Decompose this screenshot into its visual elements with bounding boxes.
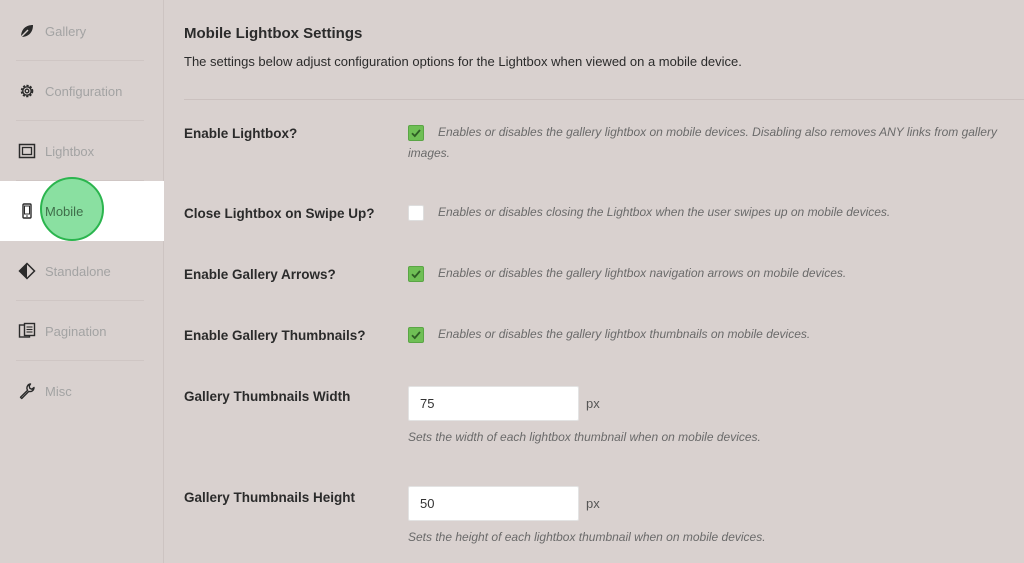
- thumb-width-input[interactable]: [408, 386, 579, 421]
- page-subtitle: The settings below adjust configuration …: [184, 54, 742, 69]
- sidebar-item-label: Lightbox: [45, 143, 95, 159]
- sidebar-item-gallery[interactable]: Gallery: [0, 1, 164, 61]
- standalone-icon: [18, 262, 36, 280]
- checkmark-icon: [411, 270, 421, 279]
- lightbox-icon: [18, 142, 36, 160]
- thumb-height-label: Gallery Thumbnails Height: [184, 490, 356, 505]
- checkmark-icon: [411, 331, 421, 340]
- sidebar-item-pagination[interactable]: Pagination: [0, 301, 164, 361]
- gallery-thumbnails-description: Enables or disables the gallery lightbox…: [438, 327, 811, 341]
- sidebar-item-label: Gallery: [45, 23, 87, 39]
- sidebar-item-misc[interactable]: Misc: [0, 361, 164, 421]
- gear-icon: [18, 82, 36, 100]
- sidebar-item-configuration[interactable]: Configuration: [0, 61, 164, 121]
- sidebar-item-label: Mobile: [45, 203, 84, 219]
- app-window: Gallery Configuration Lightbox Mobile St…: [0, 0, 1024, 563]
- enable-lightbox-label: Enable Lightbox?: [184, 126, 298, 141]
- sidebar: Gallery Configuration Lightbox Mobile St…: [0, 0, 164, 563]
- thumb-width-unit: px: [586, 396, 600, 411]
- thumb-height-input[interactable]: [408, 486, 579, 521]
- wrench-icon: [18, 382, 36, 400]
- thumb-height-help: Sets the height of each lightbox thumbna…: [408, 530, 766, 544]
- section-divider: [184, 99, 1024, 100]
- gallery-arrows-description: Enables or disables the gallery lightbox…: [438, 266, 847, 280]
- gallery-arrows-label: Enable Gallery Arrows?: [184, 267, 336, 282]
- pagination-icon: [18, 322, 36, 340]
- sidebar-item-label: Standalone: [45, 263, 111, 279]
- sidebar-item-lightbox[interactable]: Lightbox: [0, 121, 164, 181]
- close-swipe-description: Enables or disables closing the Lightbox…: [438, 205, 891, 219]
- thumb-width-label: Gallery Thumbnails Width: [184, 389, 351, 404]
- sidebar-item-label: Misc: [45, 383, 72, 399]
- sidebar-item-standalone[interactable]: Standalone: [0, 241, 164, 301]
- sidebar-item-label: Configuration: [45, 83, 123, 99]
- mobile-icon: [18, 202, 36, 220]
- page-title: Mobile Lightbox Settings: [184, 25, 363, 42]
- thumb-width-help: Sets the width of each lightbox thumbnai…: [408, 430, 761, 444]
- gallery-thumbnails-label: Enable Gallery Thumbnails?: [184, 328, 366, 343]
- leaf-icon: [18, 22, 36, 40]
- gallery-arrows-checkbox[interactable]: [408, 266, 424, 282]
- close-swipe-checkbox[interactable]: [408, 205, 424, 221]
- thumb-height-unit: px: [586, 496, 600, 511]
- sidebar-item-label: Pagination: [45, 323, 107, 339]
- close-swipe-label: Close Lightbox on Swipe Up?: [184, 206, 375, 221]
- gallery-thumbnails-checkbox[interactable]: [408, 327, 424, 343]
- enable-lightbox-description: Enables or disables the gallery lightbox…: [408, 125, 997, 160]
- settings-panel: Mobile Lightbox Settings The settings be…: [165, 0, 1024, 563]
